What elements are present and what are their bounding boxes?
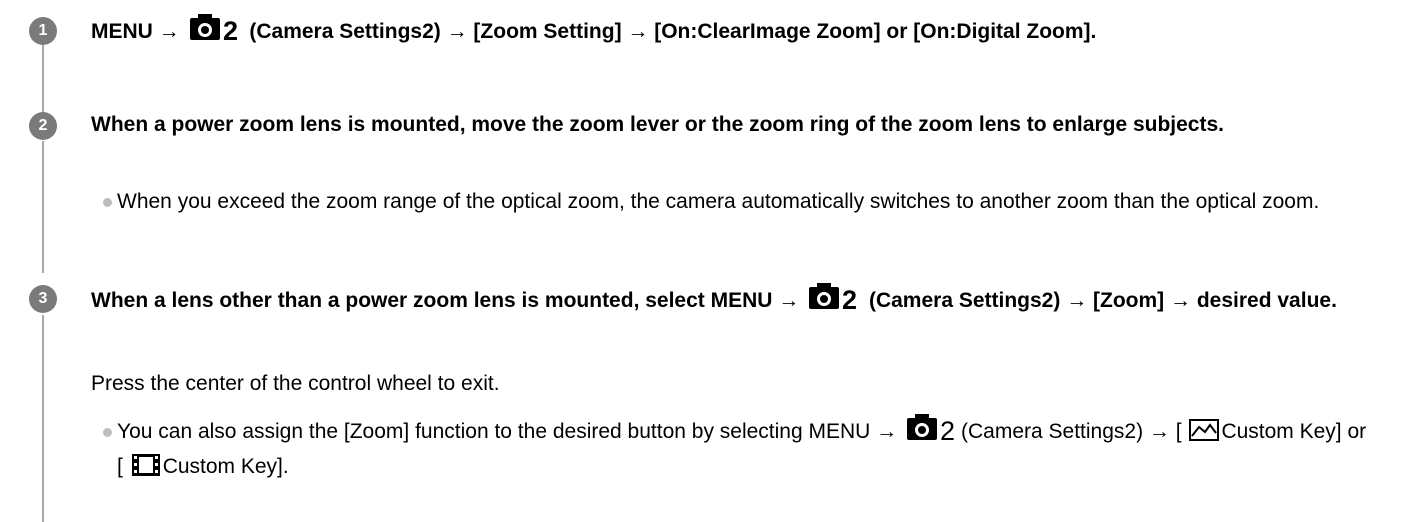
camera-settings-page-number: 2 xyxy=(940,416,955,442)
step-title-text: (Camera Settings2) → [Zoom] → desired va… xyxy=(868,289,1337,312)
bullet-icon xyxy=(103,428,112,437)
camera-settings-page-number: 2 xyxy=(842,285,857,311)
list-item: When you exceed the zoom range of the op… xyxy=(103,184,1369,219)
step-title: MENU → 2 (Camera Settings2) → [Zoom Sett… xyxy=(91,14,1369,47)
step-title: When a power zoom lens is mounted, move … xyxy=(91,113,1224,136)
step-title-text: (Camera Settings2) → [Zoom Setting] → [O… xyxy=(249,20,1097,43)
camera-settings-icon: 2 xyxy=(809,283,859,311)
list-item: You can also assign the [Zoom] function … xyxy=(103,414,1369,484)
step-connector xyxy=(42,315,44,522)
camera-settings-page-number: 2 xyxy=(223,16,238,42)
step-number: 1 xyxy=(29,17,57,45)
step-title: When a lens other than a power zoom lens… xyxy=(91,283,1369,316)
custom-key-movie-icon xyxy=(131,453,161,477)
step-title-text: When a lens other than a power zoom lens… xyxy=(91,289,800,312)
bullet-icon xyxy=(103,198,112,207)
step-connector xyxy=(42,141,44,273)
camera-settings-icon: 2 xyxy=(907,414,957,442)
camera-settings-icon: 2 xyxy=(189,14,240,42)
step-number: 3 xyxy=(29,285,57,313)
step-title-text: MENU → xyxy=(91,20,180,43)
procedure-steps: 1 MENU → 2 (Camera Settings2) → [Zoom Se… xyxy=(0,0,1409,522)
step-connector xyxy=(42,45,44,115)
step-description: Press the center of the control wheel to… xyxy=(91,372,500,395)
step-number: 2 xyxy=(29,112,57,140)
bullet-text: You can also assign the [Zoom] function … xyxy=(117,420,898,443)
bullet-text: (Camera Settings2) → [ xyxy=(961,420,1182,443)
custom-key-photo-icon xyxy=(1189,418,1220,442)
bullet-text: Custom Key]. xyxy=(162,455,289,478)
bullet-text: When you exceed the zoom range of the op… xyxy=(117,190,1320,213)
